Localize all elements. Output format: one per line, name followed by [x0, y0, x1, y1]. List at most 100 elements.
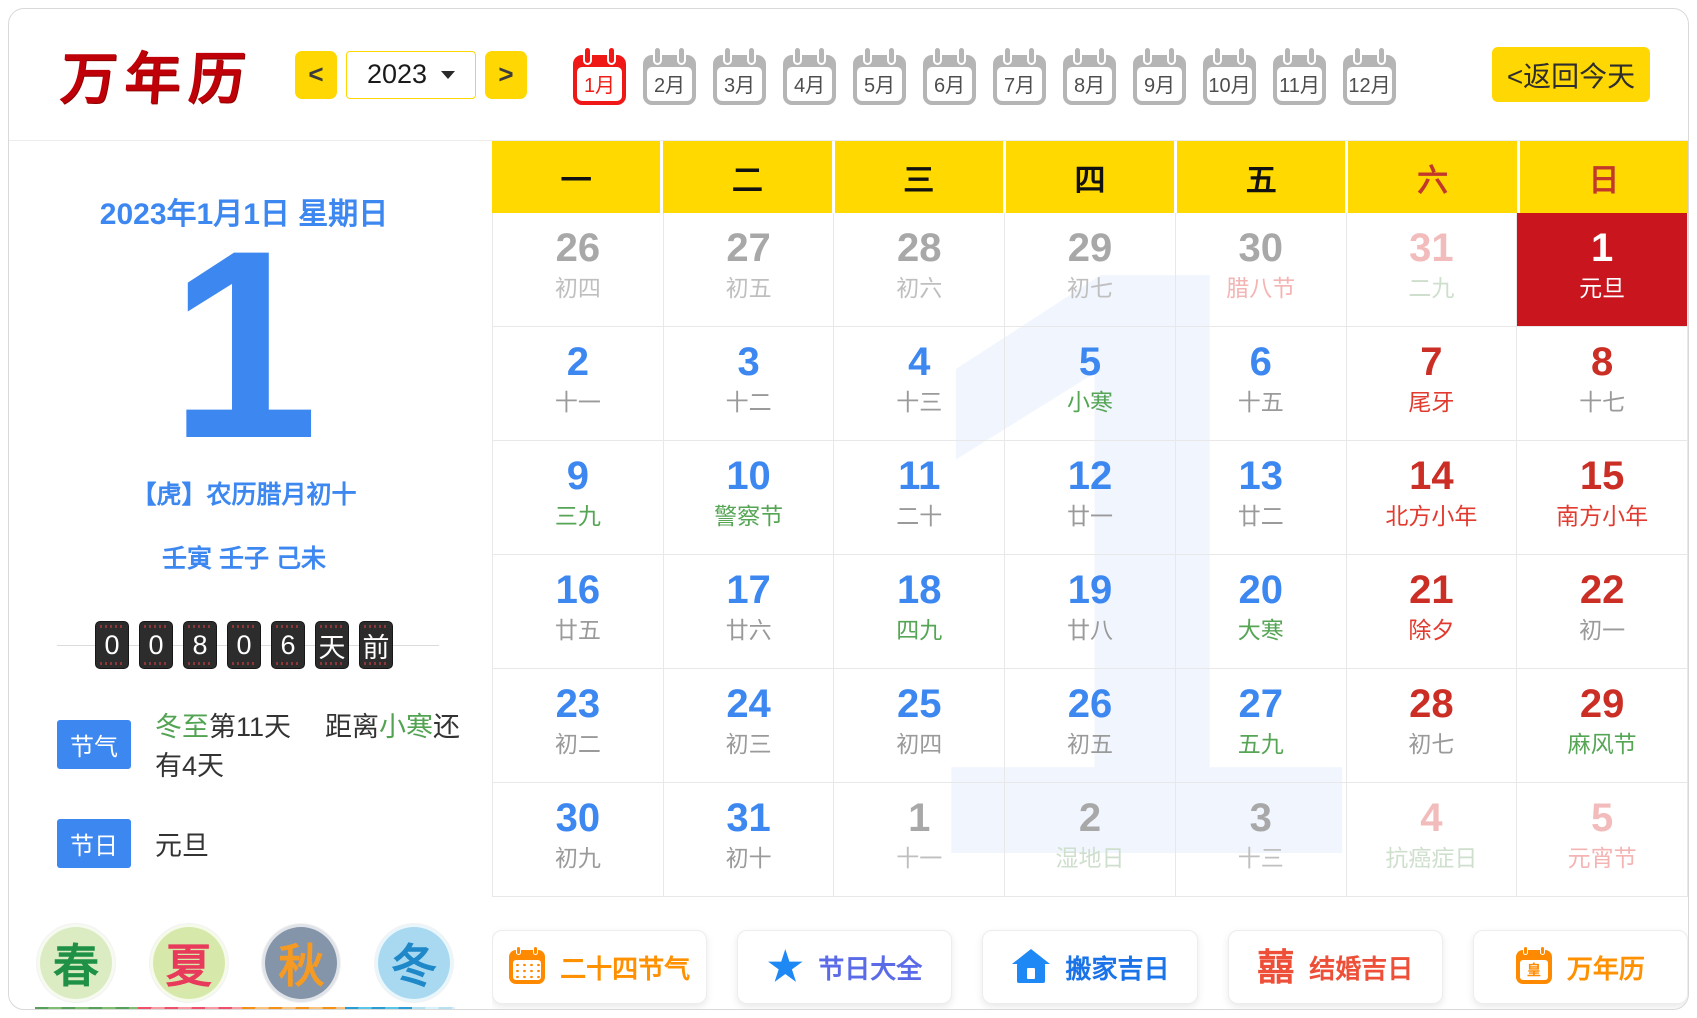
date-cell-27[interactable]: 27五九: [1176, 669, 1347, 783]
date-cell-28[interactable]: 28初七: [1347, 669, 1518, 783]
shortcut-label: 万年历: [1567, 949, 1645, 986]
date-cell-8[interactable]: 8十七: [1517, 327, 1688, 441]
countdown-tile-2: 0: [139, 621, 173, 669]
date-cell-2[interactable]: 2湿地日: [1005, 783, 1176, 897]
month-tab-1[interactable]: 1月: [573, 55, 626, 105]
shortcut-5-button[interactable]: 皇万年历: [1473, 930, 1688, 1004]
date-cell-9[interactable]: 9三九: [493, 441, 664, 555]
date-lunar-label: 南方小年: [1556, 505, 1648, 528]
date-cell-20[interactable]: 20大寒: [1176, 555, 1347, 669]
date-cell-5[interactable]: 5小寒: [1005, 327, 1176, 441]
shortcut-3-button[interactable]: 搬家吉日: [982, 930, 1197, 1004]
date-cell-4[interactable]: 4十三: [834, 327, 1005, 441]
date-cell-4[interactable]: 4抗癌症日: [1347, 783, 1518, 897]
date-cell-11[interactable]: 11二十: [834, 441, 1005, 555]
date-cell-30[interactable]: 30腊八节: [1176, 213, 1347, 327]
date-number: 19: [1068, 570, 1113, 610]
calendar-ring-icon: [747, 46, 756, 65]
calendar-ring-icon: [1377, 46, 1386, 65]
date-cell-2[interactable]: 2十一: [493, 327, 664, 441]
calendar-ring-icon: [653, 46, 662, 65]
star-icon: ★: [767, 947, 803, 987]
month-tab-9[interactable]: 9月: [1133, 55, 1186, 105]
day-countdown-flipclock: 00806天前: [9, 621, 479, 669]
countdown-tile-1: 0: [95, 621, 129, 669]
month-tab-8[interactable]: 8月: [1063, 55, 1116, 105]
date-cell-16[interactable]: 16廿五: [493, 555, 664, 669]
date-cell-6[interactable]: 6十五: [1176, 327, 1347, 441]
date-cell-21[interactable]: 21除夕: [1347, 555, 1518, 669]
date-cell-17[interactable]: 17廿六: [664, 555, 835, 669]
date-number: 2: [1079, 798, 1101, 838]
prev-year-button[interactable]: <: [295, 51, 337, 99]
month-tab-4[interactable]: 4月: [783, 55, 836, 105]
season-progress-bar: [35, 1007, 455, 1010]
month-tab-6[interactable]: 6月: [923, 55, 976, 105]
month-tab-12[interactable]: 12月: [1343, 55, 1396, 105]
month-tab-11[interactable]: 11月: [1273, 55, 1326, 105]
date-cell-26[interactable]: 26初五: [1005, 669, 1176, 783]
calendar-ring-icon: [607, 46, 616, 65]
calendar-ring-icon: [1097, 46, 1106, 65]
shortcut-4-button[interactable]: 囍结婚吉日: [1228, 930, 1443, 1004]
date-cell-1[interactable]: 1元旦: [1517, 213, 1688, 327]
date-lunar-label: 十五: [1238, 391, 1284, 414]
date-cell-24[interactable]: 24初三: [664, 669, 835, 783]
date-cell-23[interactable]: 23初二: [493, 669, 664, 783]
date-cell-12[interactable]: 12 廿一: [1005, 441, 1176, 555]
date-cell-31[interactable]: 31二九: [1347, 213, 1518, 327]
date-cell-27[interactable]: 27初五: [664, 213, 835, 327]
next-year-button[interactable]: >: [485, 51, 527, 99]
month-tab-3[interactable]: 3月: [713, 55, 766, 105]
date-cell-14[interactable]: 14北方小年: [1347, 441, 1518, 555]
date-cell-1[interactable]: 1十一: [834, 783, 1005, 897]
date-number: 7: [1420, 342, 1442, 382]
month-tab-5[interactable]: 5月: [853, 55, 906, 105]
house-icon: [1011, 949, 1051, 985]
calendar-ring-icon: [533, 946, 538, 955]
day-detail-panel: 2023年1月1日 星期日 1 【虎】农历腊月初十 壬寅 壬子 己未 00806…: [9, 141, 479, 1010]
date-number: 12: [1068, 456, 1113, 496]
season-bar-segment-1: [35, 1007, 138, 1010]
calendar-ring-icon: [1213, 46, 1222, 65]
calendar-ring-icon: [863, 46, 872, 65]
date-cell-29[interactable]: 29初七: [1005, 213, 1176, 327]
date-cell-3[interactable]: 3十三: [1176, 783, 1347, 897]
weekday-日: 日: [1520, 141, 1688, 213]
season-bar-segment-5: [412, 1007, 455, 1010]
date-cell-30[interactable]: 30初九: [493, 783, 664, 897]
calendar-icon-face: [513, 960, 541, 980]
date-cell-3[interactable]: 3十二: [664, 327, 835, 441]
date-lunar-label: 十七: [1579, 391, 1625, 414]
date-cell-19[interactable]: 19廿八: [1005, 555, 1176, 669]
month-tab-10[interactable]: 10月: [1203, 55, 1256, 105]
festival-badge: 节日: [57, 819, 131, 868]
date-number: 25: [897, 684, 942, 724]
shortcut-2-button[interactable]: ★节日大全: [737, 930, 952, 1004]
date-cell-28[interactable]: 28初六: [834, 213, 1005, 327]
countdown-tile-7: 前: [359, 621, 393, 669]
date-cell-29[interactable]: 29麻风节: [1517, 669, 1688, 783]
date-cell-25[interactable]: 25初四: [834, 669, 1005, 783]
date-cell-15[interactable]: 15南方小年: [1517, 441, 1688, 555]
date-cell-18[interactable]: 18四九: [834, 555, 1005, 669]
month-tab-7[interactable]: 7月: [993, 55, 1046, 105]
month-calendar: 1 一二三四五六日 26初四27初五28初六29初七30腊八节31二九1元旦2十…: [492, 141, 1688, 1010]
year-select[interactable]: 2023: [346, 51, 476, 99]
month-tab-label: 4月: [787, 67, 832, 101]
date-cell-26[interactable]: 26初四: [493, 213, 664, 327]
date-cell-22[interactable]: 22初一: [1517, 555, 1688, 669]
date-cell-7[interactable]: 7尾牙: [1347, 327, 1518, 441]
date-cell-5[interactable]: 5元宵节: [1517, 783, 1688, 897]
shortcut-1-button[interactable]: 二十四节气: [492, 930, 707, 1004]
date-number: 21: [1409, 570, 1454, 610]
back-to-today-button[interactable]: <返回今天: [1492, 47, 1650, 102]
date-lunar-label: 廿一: [1067, 505, 1113, 528]
date-number: 31: [1409, 228, 1454, 268]
season-bar-segment-2: [138, 1007, 242, 1010]
date-cell-13[interactable]: 13廿二: [1176, 441, 1347, 555]
date-cell-31[interactable]: 31初十: [664, 783, 835, 897]
date-cell-10[interactable]: 10警察节: [664, 441, 835, 555]
month-tab-2[interactable]: 2月: [643, 55, 696, 105]
month-tab-label: 3月: [717, 67, 762, 101]
